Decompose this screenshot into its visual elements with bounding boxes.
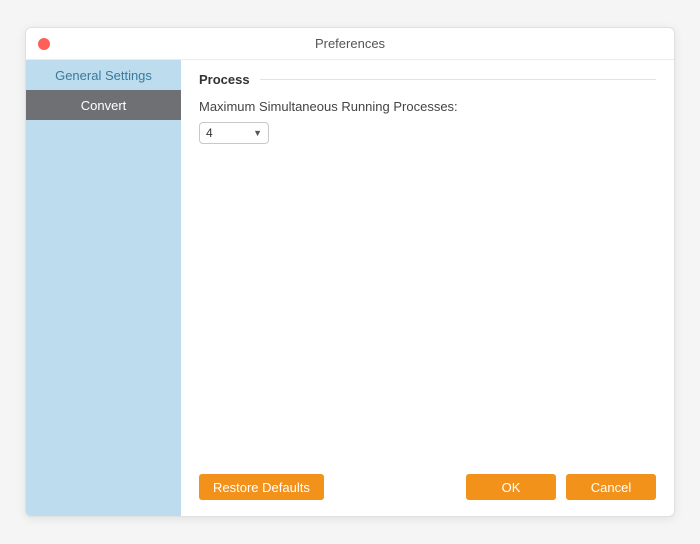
- main-panel: Process Maximum Simultaneous Running Pro…: [181, 60, 674, 516]
- section-divider: [260, 79, 656, 80]
- button-label: OK: [502, 480, 521, 495]
- sidebar-item-label: General Settings: [55, 68, 152, 83]
- max-processes-select[interactable]: 4 ▼: [199, 122, 269, 144]
- button-label: Cancel: [591, 480, 631, 495]
- chevron-down-icon: ▼: [253, 128, 262, 138]
- button-label: Restore Defaults: [213, 480, 310, 495]
- titlebar: Preferences: [26, 28, 674, 60]
- restore-defaults-button[interactable]: Restore Defaults: [199, 474, 324, 500]
- window-title: Preferences: [26, 36, 674, 51]
- section-title: Process: [199, 72, 250, 87]
- sidebar-item-label: Convert: [81, 98, 127, 113]
- button-row: Restore Defaults OK Cancel: [199, 474, 656, 500]
- max-processes-label: Maximum Simultaneous Running Processes:: [199, 99, 656, 114]
- sidebar-item-general-settings[interactable]: General Settings: [26, 60, 181, 90]
- sidebar: General Settings Convert: [26, 60, 181, 516]
- preferences-window: Preferences General Settings Convert Pro…: [25, 27, 675, 517]
- section-header: Process: [199, 72, 656, 87]
- cancel-button[interactable]: Cancel: [566, 474, 656, 500]
- sidebar-item-convert[interactable]: Convert: [26, 90, 181, 120]
- select-value: 4: [206, 126, 253, 140]
- window-body: General Settings Convert Process Maximum…: [26, 60, 674, 516]
- close-icon[interactable]: [38, 38, 50, 50]
- ok-button[interactable]: OK: [466, 474, 556, 500]
